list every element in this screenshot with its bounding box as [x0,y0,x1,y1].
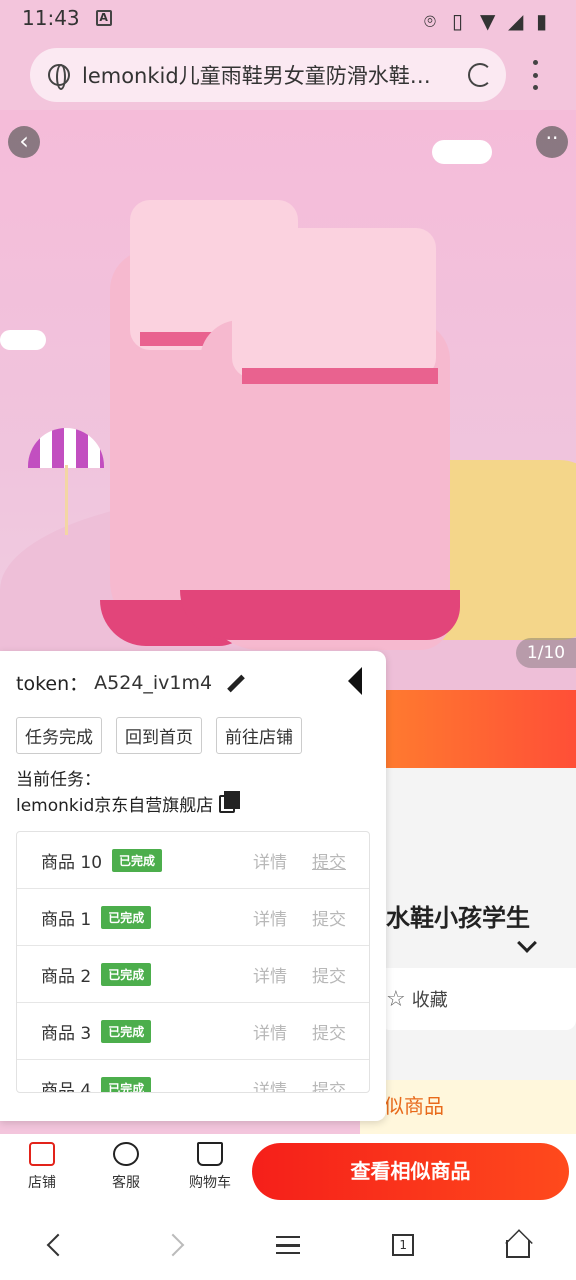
similar-products-bar[interactable]: 似商品 [360,1080,576,1134]
chat-icon [113,1142,139,1166]
list-item: 商品 10 已完成 详情 提交 [17,832,369,889]
signal-icon: ◢ [508,9,524,33]
tabs-count: 1 [392,1234,415,1256]
detail-link[interactable]: 详情 [253,1076,287,1093]
star-icon: ☆ [386,986,406,1012]
menu-icon [275,1236,300,1254]
umbrella-pole [65,465,68,535]
submit-link[interactable]: 提交 [312,1019,346,1044]
cloud-decoration [0,330,46,350]
cart-icon [197,1142,223,1166]
task-shop-name: lemonkid京东自营旗舰店 [16,796,214,816]
customer-service-button[interactable]: 客服 [96,1142,156,1192]
task-panel: token： A524_iv1m4 任务完成 回到首页 前往店铺 当前任务： l… [0,651,386,1121]
vibrate-icon: ▯ [452,9,464,33]
item-name: 商品 3 [41,1023,92,1044]
nav-tabs-button[interactable]: 1 [383,1225,423,1265]
view-similar-button[interactable]: 查看相似商品 [252,1143,569,1200]
status-badge: 已完成 [112,848,163,872]
notification-a-icon: A [95,10,112,26]
chevron-left-icon [46,1233,69,1257]
token-row: token： A524_iv1m4 [16,669,246,696]
globe-icon [48,64,70,90]
current-task-shop: lemonkid京东自营旗舰店 [16,790,241,816]
item-name: 商品 1 [41,909,92,930]
chevron-right-icon [161,1233,185,1257]
submit-link[interactable]: 提交 [312,848,346,873]
promo-banner [386,690,576,768]
item-name: 商品 10 [41,852,103,873]
boot-sole-right [180,590,460,640]
cart-label: 购物车 [189,1175,231,1191]
product-title: 水鞋小孩学生 [386,904,530,932]
cloud-decoration [432,140,492,164]
battery-icon: ▮ [536,9,548,33]
shop-label: 店铺 [28,1175,56,1191]
item-name: 商品 2 [41,966,92,987]
service-label: 客服 [112,1175,140,1191]
nav-back-button[interactable] [38,1225,78,1265]
detail-link[interactable]: 详情 [253,1019,287,1044]
nav-home-button[interactable] [498,1225,538,1265]
status-badge: 已完成 [101,962,152,986]
submit-link[interactable]: 提交 [312,1076,346,1093]
copy-icon[interactable] [219,790,241,813]
image-page-indicator: 1/10 [516,638,576,668]
list-item: 商品 1 已完成 详情 提交 [17,889,369,946]
product-image[interactable]: ‹ ·· 1/10 [0,110,576,690]
token-value: A524_iv1m4 [94,671,213,694]
submit-link[interactable]: 提交 [312,905,346,930]
back-home-button[interactable]: 回到首页 [116,717,202,754]
location-icon: ⌾ [424,9,436,33]
boot-cuff-right [232,228,436,378]
shop-icon [29,1142,55,1166]
go-store-button[interactable]: 前往店铺 [216,717,302,754]
panel-actions: 任务完成 回到首页 前往店铺 [16,717,302,754]
status-bar: 11:43 A ⌾ ▯ ▼ ◢ ▮ [0,0,576,36]
browser-menu-icon[interactable] [530,60,540,90]
bottom-action-bar: 店铺 客服 购物车 查看相似商品 [0,1134,576,1210]
shop-button[interactable]: 店铺 [12,1142,72,1192]
favorite-label: 收藏 [411,990,448,1011]
nav-menu-button[interactable] [268,1225,308,1265]
list-item: 商品 4 已完成 详情 提交 [17,1060,369,1093]
more-icon[interactable]: ·· [536,126,568,158]
detail-link[interactable]: 详情 [253,905,287,930]
task-complete-button[interactable]: 任务完成 [16,717,102,754]
umbrella-decoration [28,428,104,468]
item-name: 商品 4 [41,1080,92,1093]
detail-link[interactable]: 详情 [253,848,287,873]
submit-link[interactable]: 提交 [312,962,346,987]
list-item: 商品 3 已完成 详情 提交 [17,1003,369,1060]
status-time: 11:43 [22,6,80,30]
status-icons: ⌾ ▯ ▼ ◢ ▮ [424,9,554,33]
status-badge: 已完成 [101,1076,152,1092]
favorite-button[interactable]: ☆ 收藏 [386,986,448,1012]
browser-nav-bar: 1 [0,1210,576,1280]
nav-forward-button[interactable] [153,1225,193,1265]
status-badge: 已完成 [101,1019,152,1043]
task-item-list[interactable]: 商品 10 已完成 详情 提交 商品 1 已完成 详情 提交 商品 2 已完成 … [16,831,370,1093]
home-icon [506,1240,531,1258]
detail-link[interactable]: 详情 [253,962,287,987]
reload-icon[interactable] [468,63,492,87]
list-item: 商品 2 已完成 详情 提交 [17,946,369,1003]
status-badge: 已完成 [101,905,152,929]
collapse-panel-icon[interactable] [348,667,362,695]
cart-button[interactable]: 购物车 [180,1142,240,1192]
edit-icon[interactable] [224,672,246,694]
boot-band-right [242,368,438,384]
wifi-icon: ▼ [480,9,496,33]
token-label: token： [16,673,89,695]
current-task-label: 当前任务： [16,770,101,790]
url-bar[interactable]: lemonkid儿童雨鞋男女童防滑水鞋… [30,48,506,102]
back-icon[interactable]: ‹ [8,126,40,158]
url-title[interactable]: lemonkid儿童雨鞋男女童防滑水鞋… [82,60,454,90]
